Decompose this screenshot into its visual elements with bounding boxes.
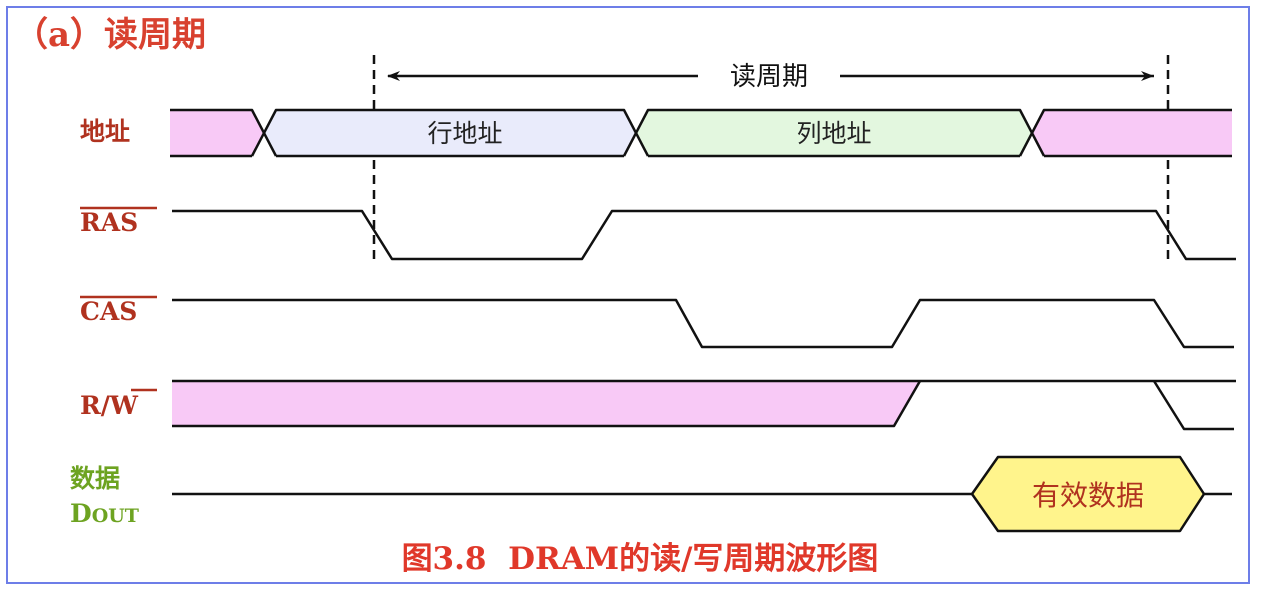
rw-waveform-end <box>1152 380 1234 431</box>
read-cycle-label: 读周期 <box>730 62 808 92</box>
rw-pink-fill <box>172 381 920 426</box>
rw-label-w: W <box>109 391 139 420</box>
cas-waveform <box>172 298 1234 349</box>
valid-data-label: 有效数据 <box>1032 479 1144 512</box>
address-label: 地址 <box>80 117 130 146</box>
address-segment-before <box>170 110 264 156</box>
data-label: 数据 <box>70 464 120 493</box>
ras-waveform <box>172 209 1236 261</box>
column-address-label: 列地址 <box>796 119 871 148</box>
dout-label-main: D <box>70 499 92 528</box>
cas-label: CAS <box>80 297 137 326</box>
diagram-title: （a）读周期 <box>14 15 206 55</box>
dout-label: DOUT <box>70 499 139 528</box>
figure-caption: 图3.8 DRAM的读/写周期波形图 <box>402 541 879 577</box>
row-address-label: 行地址 <box>427 119 502 148</box>
rw-label: R/W <box>80 391 139 420</box>
dout-label-sub: OUT <box>92 505 139 527</box>
ras-label: RAS <box>80 208 138 237</box>
address-segment-after <box>1032 110 1232 156</box>
timing-diagram: （a）读周期 读周期 地址 行地址 列地址 RAS CAS R/W 数据 DOU… <box>14 15 1236 577</box>
rw-label-r: R/ <box>80 391 111 420</box>
